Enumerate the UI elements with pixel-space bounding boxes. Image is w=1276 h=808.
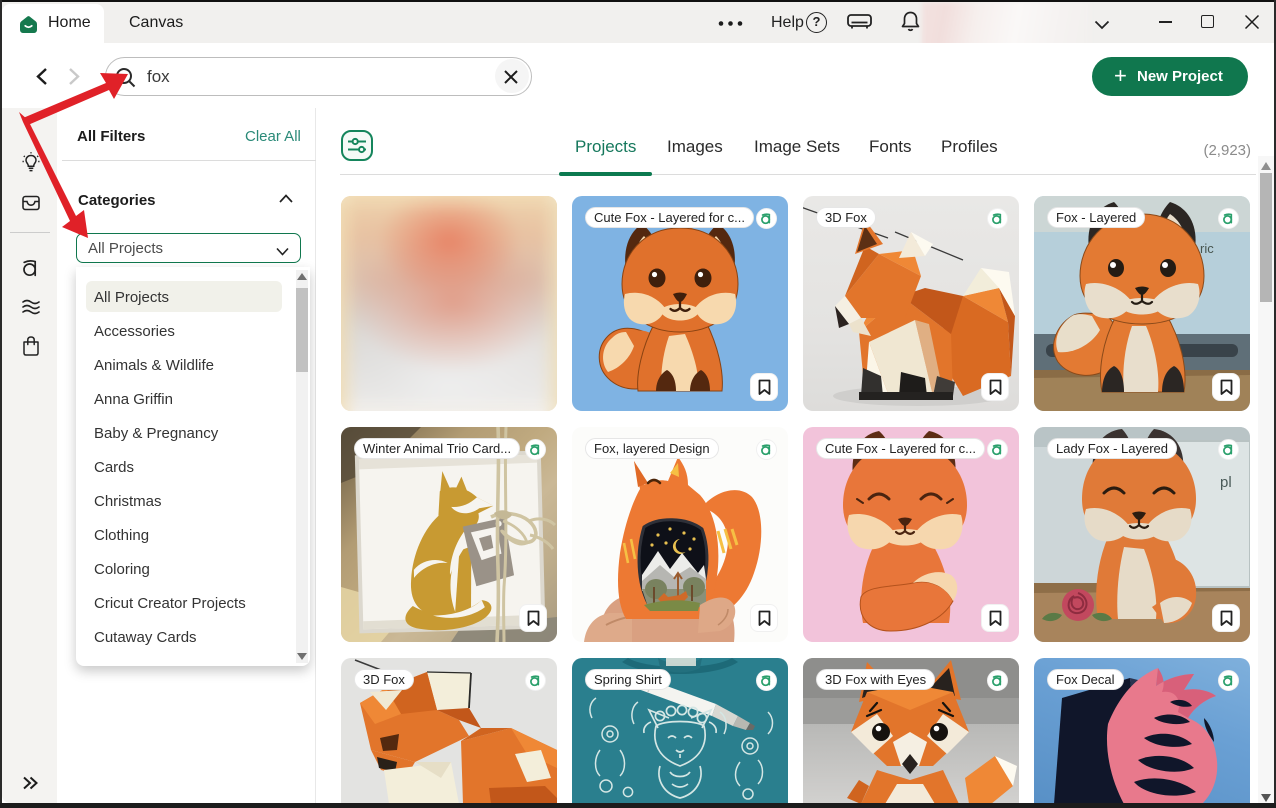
svg-text:pl: pl: [1220, 474, 1232, 491]
svg-text:ric: ric: [1200, 241, 1214, 256]
